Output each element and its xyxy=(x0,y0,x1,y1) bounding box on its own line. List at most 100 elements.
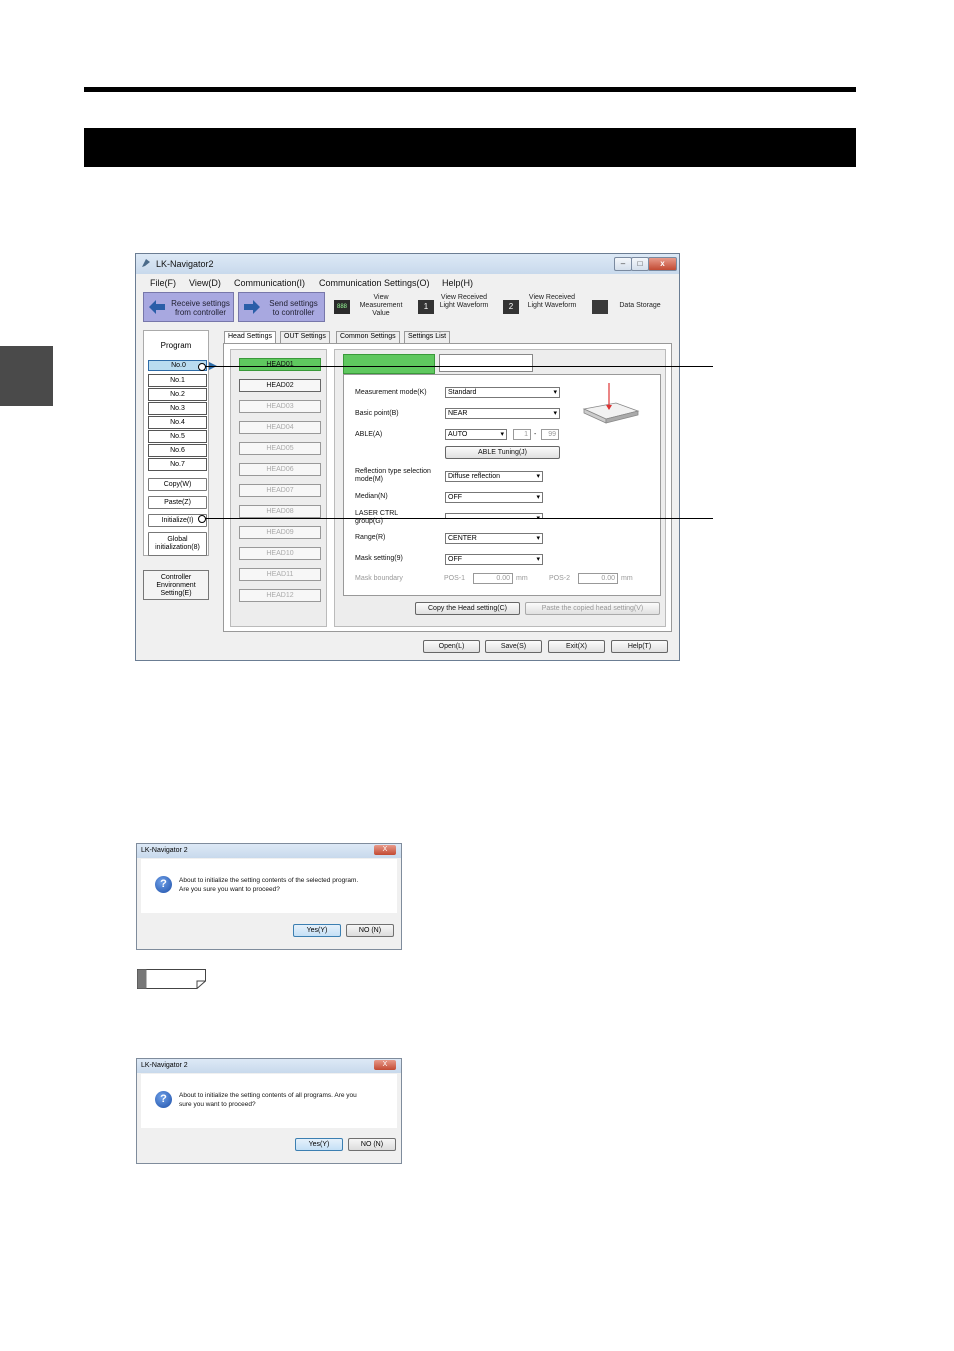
receive-settings-button[interactable]: Receive settings from controller xyxy=(143,292,234,322)
dialog2-message-line-1: About to initialize the setting contents… xyxy=(179,1092,357,1099)
menu-communication[interactable]: Communication(I) xyxy=(234,278,305,288)
send-settings-button[interactable]: Send settings to controller xyxy=(238,292,325,322)
head-05-button[interactable]: HEAD05 xyxy=(239,442,321,455)
view-measurement-label: View Measurement Value xyxy=(359,294,403,317)
section-header-bar xyxy=(84,128,856,167)
data-storage-button[interactable]: Data Storage xyxy=(592,294,670,322)
program-item-7[interactable]: No.7 xyxy=(148,458,207,471)
dialog2-message-line-2: sure you want to proceed? xyxy=(179,1101,256,1108)
head-settings-subtab[interactable] xyxy=(343,354,435,374)
head-10-button[interactable]: HEAD10 xyxy=(239,547,321,560)
controller-environment-button[interactable]: Controller Environment Setting(E) xyxy=(143,570,209,600)
able-tuning-button[interactable]: ABLE Tuning(J) xyxy=(445,446,560,459)
range-select[interactable]: CENTER xyxy=(445,533,543,544)
workpiece-diagram-icon xyxy=(582,383,640,424)
dialog2-close-button[interactable]: X xyxy=(374,1060,396,1070)
mask-setting-label: Mask setting(9) xyxy=(355,555,403,562)
help-button[interactable]: Help(T) xyxy=(611,640,668,653)
top-rule xyxy=(84,87,856,92)
close-button[interactable]: x xyxy=(648,257,677,271)
dialog-message: About to initialize the setting contents… xyxy=(179,876,358,894)
basic-point-label: Basic point(B) xyxy=(355,410,399,417)
head-03-button[interactable]: HEAD03 xyxy=(239,400,321,413)
head-02-button[interactable]: HEAD02 xyxy=(239,379,321,392)
menu-bar: File(F) View(D) Communication(I) Communi… xyxy=(136,274,679,290)
exit-button[interactable]: Exit(X) xyxy=(548,640,605,653)
question-icon: ? xyxy=(155,876,172,893)
paste-program-button[interactable]: Paste(Z) xyxy=(148,496,207,509)
program-title: Program xyxy=(160,341,192,350)
pos1-label: POS-1 xyxy=(444,575,466,582)
median-label: Median(N) xyxy=(355,493,388,500)
basic-point-select[interactable]: NEAR xyxy=(445,408,560,419)
able-select[interactable]: AUTO xyxy=(445,429,507,440)
pos2-field[interactable]: 0.00 xyxy=(578,573,618,584)
dialog-body: ? About to initialize the setting conten… xyxy=(141,859,397,913)
menu-view[interactable]: View(D) xyxy=(189,278,221,288)
app-icon xyxy=(142,259,150,267)
alarm-settings-subtab[interactable] xyxy=(439,354,533,372)
global-initialization-button[interactable]: Global initialization(8) xyxy=(148,532,207,556)
copy-program-button[interactable]: Copy(W) xyxy=(148,478,207,491)
mask-setting-select[interactable]: OFF xyxy=(445,554,543,565)
program-item-5[interactable]: No.5 xyxy=(148,430,207,443)
head-12-button[interactable]: HEAD12 xyxy=(239,589,321,602)
program-item-2[interactable]: No.2 xyxy=(148,388,207,401)
dialog2-title-bar: LK-Navigator 2 X xyxy=(137,1059,401,1073)
head-07-button[interactable]: HEAD07 xyxy=(239,484,321,497)
head-04-button[interactable]: HEAD04 xyxy=(239,421,321,434)
save-button[interactable]: Save(S) xyxy=(485,640,542,653)
head-11-button[interactable]: HEAD11 xyxy=(239,568,321,581)
callout-dot-program xyxy=(198,363,206,371)
yes-button-2[interactable]: Yes(Y) xyxy=(295,1138,343,1151)
able-max-field[interactable]: 99 xyxy=(541,429,559,440)
callout-line-program xyxy=(203,366,713,367)
window-title: LK-Navigator2 xyxy=(156,259,214,269)
program-item-4[interactable]: No.4 xyxy=(148,416,207,429)
head-detail-area: Measurement mode(K) Standard Basic point… xyxy=(334,349,666,627)
head-06-button[interactable]: HEAD06 xyxy=(239,463,321,476)
minimize-button[interactable]: – xyxy=(614,257,632,271)
initialize-confirm-dialog: LK-Navigator 2 X ? About to initialize t… xyxy=(136,843,402,950)
program-item-6[interactable]: No.6 xyxy=(148,444,207,457)
pos2-unit: mm xyxy=(621,575,633,582)
yes-button[interactable]: Yes(Y) xyxy=(293,924,341,937)
dialog2-body: ? About to initialize the setting conten… xyxy=(141,1074,397,1128)
program-item-3[interactable]: No.3 xyxy=(148,402,207,415)
tab-common-settings[interactable]: Common Settings xyxy=(336,331,400,343)
maximize-button[interactable]: □ xyxy=(631,257,649,271)
no-button[interactable]: NO (N) xyxy=(346,924,394,937)
pos1-field[interactable]: 0.00 xyxy=(473,573,513,584)
view-measurement-button[interactable]: 888 View Measurement Value xyxy=(334,294,410,322)
program-item-1[interactable]: No.1 xyxy=(148,374,207,387)
measurement-mode-select[interactable]: Standard xyxy=(445,387,560,398)
head-01-button[interactable]: HEAD01 xyxy=(239,358,321,371)
send-settings-label: Send settings to controller xyxy=(269,299,318,317)
view-waveform-1-button[interactable]: 1 View Received Light Waveform xyxy=(418,294,492,322)
callout-dot-initialize xyxy=(198,515,206,523)
pos1-unit: mm xyxy=(516,575,528,582)
head-08-button[interactable]: HEAD08 xyxy=(239,505,321,518)
pos2-label: POS-2 xyxy=(549,575,571,582)
callout-line-initialize xyxy=(203,518,713,519)
dialog-close-button[interactable]: X xyxy=(374,845,396,855)
reflection-mode-select[interactable]: Diffuse reflection xyxy=(445,471,543,482)
median-select[interactable]: OFF xyxy=(445,492,543,503)
menu-help[interactable]: Help(H) xyxy=(442,278,473,288)
head-09-button[interactable]: HEAD09 xyxy=(239,526,321,539)
tab-out-settings[interactable]: OUT Settings xyxy=(280,331,330,343)
menu-file[interactable]: File(F) xyxy=(150,278,176,288)
paste-head-setting-button[interactable]: Paste the copied head setting(V) xyxy=(525,602,660,615)
data-storage-icon xyxy=(592,300,608,314)
dialog-message-line-2: Are you sure you want to proceed? xyxy=(179,886,280,893)
open-button[interactable]: Open(L) xyxy=(423,640,480,653)
view-waveform-2-button[interactable]: 2 View Received Light Waveform xyxy=(503,294,583,322)
view-waveform-1-label: View Received Light Waveform xyxy=(439,294,489,309)
able-min-field[interactable]: 1 xyxy=(513,429,531,440)
tab-settings-list[interactable]: Settings List xyxy=(404,331,451,343)
no-button-2[interactable]: NO (N) xyxy=(348,1138,396,1151)
dialog-title-bar: LK-Navigator 2 X xyxy=(137,844,401,858)
toolbar: Receive settings from controller Send se… xyxy=(136,290,679,326)
menu-communication-settings[interactable]: Communication Settings(O) xyxy=(319,278,430,288)
copy-head-setting-button[interactable]: Copy the Head setting(C) xyxy=(415,602,520,615)
